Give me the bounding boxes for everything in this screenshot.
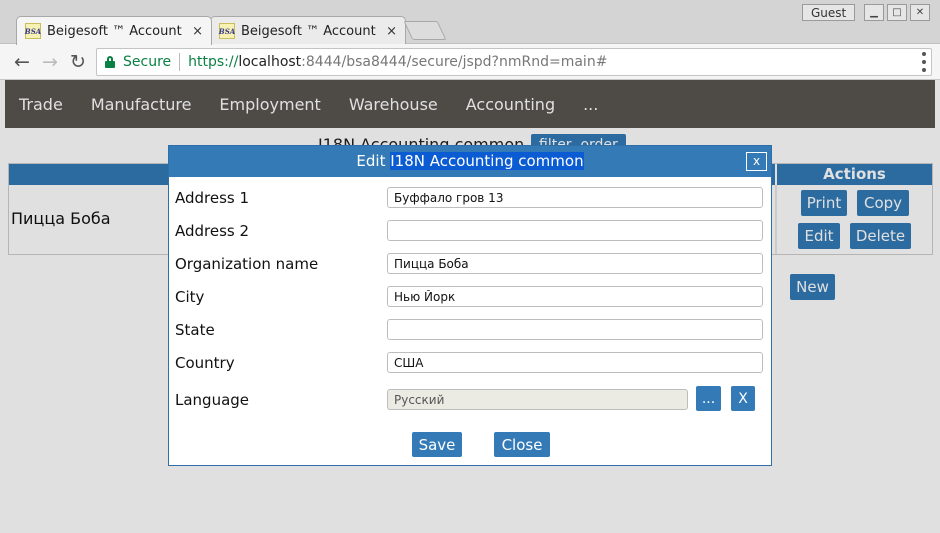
field-label: City (175, 288, 205, 306)
back-arrow-icon[interactable]: ← (10, 50, 34, 74)
close-window-icon[interactable]: ✕ (910, 4, 930, 21)
field-row-city: City (175, 286, 763, 310)
dialog-title-entity: I18N Accounting common (390, 152, 584, 170)
field-row-state: State (175, 319, 763, 343)
edit-dialog: Edit I18N Accounting common x Address 1 … (168, 145, 772, 466)
field-row-address2: Address 2 (175, 220, 763, 244)
field-row-address1: Address 1 (175, 187, 763, 211)
close-dialog-button[interactable]: Close (494, 432, 550, 457)
field-row-language: Language ... X (175, 386, 763, 413)
field-label: Address 2 (175, 222, 250, 240)
close-tab-icon[interactable]: × (192, 24, 203, 39)
browser-menu-icon[interactable] (922, 52, 926, 72)
browser-titlebar: BSA Beigesoft ™ Account × BSA Beigesoft … (0, 0, 940, 45)
minimize-icon[interactable]: ▁ (864, 4, 884, 21)
address2-input[interactable] (387, 220, 763, 241)
field-label: Language (175, 391, 250, 409)
bsa-favicon-icon: BSA (25, 23, 41, 39)
clear-language-button[interactable]: X (731, 386, 755, 411)
browser-tab-2[interactable]: BSA Beigesoft ™ Account × (210, 16, 406, 45)
field-label: Address 1 (175, 189, 250, 207)
browser-toolbar: ← → ↻ Secure https:// localhost :8444/bs… (0, 44, 940, 80)
url-scheme: https:// (188, 54, 239, 70)
lock-icon (105, 56, 115, 68)
pick-language-button[interactable]: ... (696, 386, 721, 411)
field-label: Country (175, 354, 235, 372)
reload-icon[interactable]: ↻ (66, 50, 90, 74)
organization-name-input[interactable] (387, 253, 763, 274)
field-row-organization: Organization name (175, 253, 763, 277)
dialog-header: Edit I18N Accounting common (169, 146, 771, 177)
address1-input[interactable] (387, 187, 763, 208)
field-row-country: Country (175, 352, 763, 376)
field-label: Organization name (175, 255, 319, 273)
state-input[interactable] (387, 319, 763, 340)
maximize-icon[interactable]: □ (887, 4, 907, 21)
close-tab-icon[interactable]: × (386, 24, 397, 39)
dialog-close-button[interactable]: x (746, 152, 767, 171)
profile-guest-button[interactable]: Guest (802, 4, 856, 21)
tab-title: Beigesoft ™ Account (241, 23, 376, 39)
field-label: State (175, 321, 215, 339)
url-host: localhost (238, 54, 302, 70)
url-path: :8444/bsa8444/secure/jspd?nmRnd=main# (301, 54, 608, 70)
new-tab-button[interactable] (403, 21, 447, 40)
bsa-favicon-icon: BSA (219, 23, 235, 39)
divider (179, 53, 181, 71)
country-input[interactable] (387, 352, 763, 373)
tab-title: Beigesoft ™ Account (47, 23, 182, 39)
browser-tab-1[interactable]: BSA Beigesoft ™ Account × (16, 16, 212, 45)
forward-arrow-icon[interactable]: → (38, 50, 62, 74)
city-input[interactable] (387, 286, 763, 307)
language-input (387, 389, 688, 410)
dialog-title-prefix: Edit (356, 152, 391, 170)
save-button[interactable]: Save (412, 432, 462, 457)
secure-label: Secure (123, 54, 172, 70)
address-bar[interactable]: Secure https:// localhost :8444/bsa8444/… (96, 48, 932, 76)
